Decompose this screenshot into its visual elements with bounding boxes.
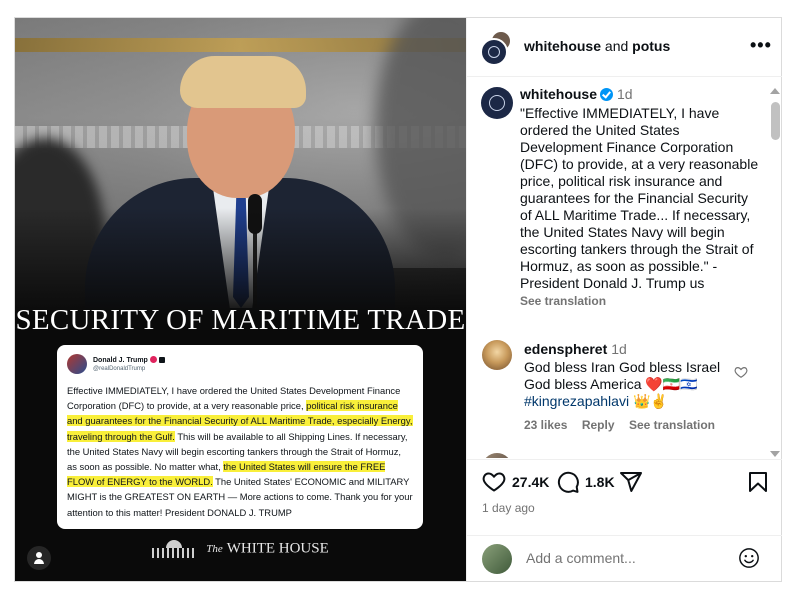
comment-username[interactable]: edenspheret bbox=[524, 341, 607, 357]
caption-text: "Effective IMMEDIATELY, I have ordered t… bbox=[520, 105, 759, 291]
scroll-up-arrow-icon[interactable] bbox=[770, 88, 780, 94]
commenter-avatar[interactable] bbox=[482, 453, 512, 458]
comment-time[interactable]: 1d bbox=[611, 341, 627, 357]
photo-hair bbox=[180, 56, 306, 108]
tweet-handle: @realDonaldTrump bbox=[93, 365, 146, 372]
logo-title: WHITE HOUSE bbox=[226, 540, 329, 557]
comment-likes[interactable]: 23 likes bbox=[524, 418, 567, 432]
hashtag-link[interactable]: #kingrezapahlavi bbox=[524, 393, 629, 409]
tagged-users-button[interactable] bbox=[27, 546, 51, 570]
author-link[interactable]: whitehouse bbox=[524, 38, 601, 54]
tweet-name: Donald J. Trump bbox=[93, 356, 148, 364]
scroll-down-arrow-icon[interactable] bbox=[770, 451, 780, 457]
caption-avatar[interactable] bbox=[481, 87, 513, 119]
comment-item: edenspheret 1d God bless Iran God bless I… bbox=[467, 333, 767, 433]
like-comment-heart-icon[interactable] bbox=[734, 365, 748, 379]
post-side-panel: whitehouse and potus ••• whitehouse 1d "E… bbox=[466, 18, 782, 581]
white-house-logo: The WHITE HOUSE bbox=[15, 540, 466, 558]
affiliate-icon bbox=[158, 356, 165, 363]
comment-bubble-icon[interactable] bbox=[556, 470, 580, 494]
verified-badge-icon bbox=[600, 88, 614, 101]
save-bookmark-icon[interactable] bbox=[746, 470, 770, 494]
post-actions: 27.4K 1.8K 1 day ago bbox=[467, 459, 782, 542]
add-comment-bar bbox=[467, 535, 782, 582]
tweet-author: Donald J. Trump @realDonaldTrump bbox=[93, 356, 165, 373]
comment-see-translation[interactable]: See translation bbox=[629, 418, 715, 432]
caption-time[interactable]: 1d bbox=[617, 86, 633, 102]
like-heart-icon[interactable] bbox=[482, 470, 506, 494]
comments-list[interactable]: whitehouse 1d "Effective IMMEDIATELY, I h… bbox=[467, 77, 782, 458]
post-authors: whitehouse and potus bbox=[524, 38, 670, 54]
photo-shade bbox=[15, 208, 466, 318]
logo-prefix: The bbox=[206, 543, 223, 556]
user-icon bbox=[36, 552, 42, 558]
author-avatar[interactable] bbox=[480, 38, 508, 66]
more-horizontal-icon[interactable]: ••• bbox=[750, 36, 772, 54]
and-text: and bbox=[604, 38, 629, 54]
press-photo bbox=[15, 18, 466, 318]
scrollbar-thumb[interactable] bbox=[771, 102, 780, 140]
comment-item: g_eric_99 1d bbox=[467, 446, 767, 458]
post-header: whitehouse and potus ••• bbox=[467, 18, 782, 77]
comments-count[interactable]: 1.8K bbox=[585, 474, 615, 490]
add-comment-input[interactable] bbox=[524, 549, 728, 567]
commenter-avatar[interactable] bbox=[482, 340, 512, 370]
white-house-building-icon bbox=[152, 540, 197, 558]
post-media[interactable]: SECURITY OF MARITIME TRADE Donald J. Tru… bbox=[15, 18, 466, 581]
tweet-header: Donald J. Trump @realDonaldTrump bbox=[67, 353, 413, 375]
post-dialog: SECURITY OF MARITIME TRADE Donald J. Tru… bbox=[14, 17, 782, 582]
caption-see-translation[interactable]: See translation bbox=[520, 293, 760, 310]
caption-username[interactable]: whitehouse bbox=[520, 86, 597, 102]
tweet-avatar bbox=[67, 354, 87, 374]
coauthor-link[interactable]: potus bbox=[632, 38, 670, 54]
comment-reply[interactable]: Reply bbox=[582, 418, 615, 432]
post-caption: whitehouse 1d "Effective IMMEDIATELY, I h… bbox=[467, 77, 767, 325]
comments-scrollbar[interactable] bbox=[769, 84, 781, 460]
post-date[interactable]: 1 day ago bbox=[482, 501, 535, 515]
comment-username[interactable]: g_eric_99 bbox=[524, 455, 589, 458]
comment-emoji: 👑✌️ bbox=[629, 393, 668, 409]
tweet-text: Effective IMMEDIATELY, I have ordered th… bbox=[67, 383, 413, 520]
comment-line: God bless America ❤️🇮🇷🇮🇱 bbox=[524, 376, 698, 392]
emoji-smiley-icon[interactable] bbox=[738, 547, 760, 569]
current-user-avatar bbox=[482, 544, 512, 574]
tweet-card: Donald J. Trump @realDonaldTrump Effecti… bbox=[57, 345, 423, 529]
share-send-icon[interactable] bbox=[619, 470, 643, 494]
media-headline: SECURITY OF MARITIME TRADE bbox=[15, 304, 466, 336]
verified-icon bbox=[149, 356, 157, 364]
likes-count[interactable]: 27.4K bbox=[512, 474, 549, 490]
comment-line: God bless Iran God bless Israel bbox=[524, 359, 721, 375]
comment-time[interactable]: 1d bbox=[593, 455, 609, 458]
